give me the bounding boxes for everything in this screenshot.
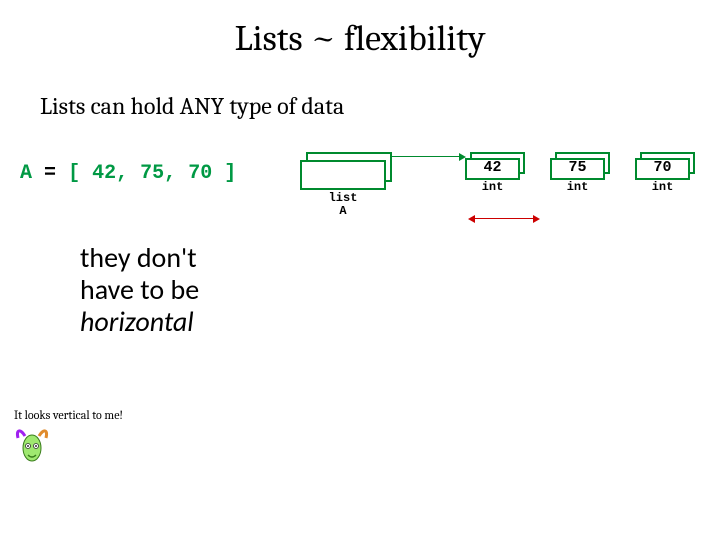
diagram: list A 42 int 75 int 70 int <box>300 152 700 232</box>
slide-subhead: Lists can hold ANY type of data <box>40 92 344 120</box>
speech-bubble-text: It looks vertical to me! <box>14 408 123 422</box>
code-eq: = <box>44 162 56 185</box>
slide-title: Lists ~ flexibility <box>0 18 720 59</box>
code-comma-1: , <box>116 162 128 185</box>
code-val-1: 42 <box>92 162 116 185</box>
note-line-3: horizontal <box>80 304 194 339</box>
code-close-bracket: ] <box>224 162 236 185</box>
code-line: A = [ 42, 75, 70 ] <box>20 162 236 185</box>
code-var: A <box>20 162 32 185</box>
list-label-bottom: A <box>339 204 346 218</box>
elem-value-1: 75 <box>550 159 605 176</box>
list-label-top: list <box>329 191 358 205</box>
note-text: they don't have to be horizontal <box>80 242 199 339</box>
elem-box-1: 75 int <box>550 152 610 192</box>
elem-box-2: 70 int <box>635 152 695 192</box>
list-label: list A <box>300 192 386 218</box>
length-arrow-icon <box>468 214 540 224</box>
code-comma-2: , <box>164 162 176 185</box>
elem-type-0: int <box>465 180 520 194</box>
code-val-2: 75 <box>140 162 164 185</box>
note-line-2: have to be <box>80 272 199 307</box>
elem-box-0: 42 int <box>465 152 525 192</box>
elem-type-2: int <box>635 180 690 194</box>
elem-value-2: 70 <box>635 159 690 176</box>
note-line-1: they don't <box>80 240 197 275</box>
elem-type-1: int <box>550 180 605 194</box>
code-val-3: 70 <box>188 162 212 185</box>
alien-cartoon-icon <box>14 426 50 466</box>
slide: Lists ~ flexibility Lists can hold ANY t… <box>0 0 720 540</box>
code-open-bracket: [ <box>68 162 80 185</box>
elem-value-0: 42 <box>465 159 520 176</box>
